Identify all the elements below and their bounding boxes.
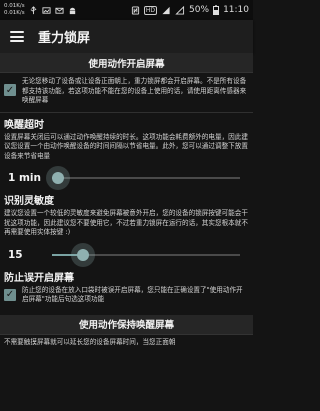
image-icon: [42, 6, 51, 15]
battery-icon: [213, 5, 220, 15]
wake-timeout-title: 唤醒超时: [4, 119, 44, 131]
checkmark-icon: ✓: [5, 289, 15, 300]
wake-timeout-slider-row: 1 min: [0, 161, 253, 195]
signal-icon: [161, 6, 171, 15]
app-title: 重力锁屏: [38, 31, 91, 46]
slider-thumb[interactable]: [76, 248, 89, 261]
motion-unlock-checkbox[interactable]: ✓: [4, 84, 16, 96]
network-speed: 0.01K/s 0.01K/s: [4, 3, 25, 17]
wake-timeout-slider[interactable]: [46, 166, 240, 190]
email-icon: [55, 6, 64, 15]
prevent-accidental-row[interactable]: ✓ 防止您的设备在放入口袋时被误开启屏幕，您只能在正确设置了"使用动作开启屏幕"…: [0, 285, 253, 309]
sensitivity-slider-row: 15: [0, 238, 253, 272]
usb-icon: [29, 5, 38, 15]
slider-thumb[interactable]: [52, 172, 64, 184]
settings-list[interactable]: 使用动作开启屏幕 ✓ 无论您移动了设备或让设备正面朝上，重力锁屏都会开启屏幕。不…: [0, 53, 253, 411]
status-left: 0.01K/s 0.01K/s: [4, 3, 131, 17]
clock: 11:10: [223, 5, 249, 15]
status-right: HD 50% 11:10: [131, 5, 249, 15]
nfc-icon: [131, 5, 140, 15]
motion-keep-awake-description: 不需要触摸屏幕就可以延长您的设备屏幕时间，当您正面朝: [4, 337, 176, 346]
speed-down: 0.01K/s: [4, 10, 25, 16]
signal-icon-2: [175, 5, 185, 15]
status-bar: 0.01K/s 0.01K/s HD 50% 11:10: [0, 0, 253, 20]
sensitivity-title: 识别灵敏度: [4, 196, 54, 207]
hd-badge: HD: [143, 5, 158, 15]
motion-unlock-row[interactable]: ✓ 无论您移动了设备或让设备正面朝上，重力锁屏都会开启屏幕。不是所有设备都支持该…: [0, 73, 253, 110]
checkmark-icon: ✓: [5, 84, 15, 96]
android-icon: [68, 6, 77, 15]
prevent-accidental-checkbox[interactable]: ✓: [4, 288, 16, 301]
sensitivity-slider[interactable]: [52, 242, 240, 267]
wake-timeout-description: 设置屏幕关闭后可以通过动作唤醒持续的时长。这项功能会耗费额外的电量，因此建议您设…: [4, 132, 248, 160]
battery-percent: 50%: [189, 5, 210, 15]
slider-track: [52, 177, 240, 179]
section-header-motion-unlock: 使用动作开启屏幕: [0, 53, 253, 73]
hamburger-menu-icon[interactable]: [10, 31, 24, 42]
section-header-motion-keep-awake: 使用动作保持唤醒屏幕: [0, 314, 253, 335]
speed-up: 0.01K/s: [4, 3, 25, 9]
prevent-accidental-title: 防止误开启屏幕: [4, 272, 74, 284]
divider: [0, 111, 253, 113]
motion-unlock-description: 无论您移动了设备或让设备正面朝上，重力锁屏都会开启屏幕。不是所有设备都支持该功能…: [22, 77, 247, 104]
sensitivity-description: 建议您设置一个较低的灵敏度来避免屏幕被意外开启，您的设备的锁屏按键可能会干扰这项…: [4, 209, 248, 236]
app-bar: 重力锁屏: [0, 20, 253, 53]
prevent-accidental-description: 防止您的设备在放入口袋时被误开启屏幕，您只能在正确设置了"使用动作开启屏幕"功能…: [22, 285, 243, 304]
sensitivity-value: 15: [8, 248, 23, 261]
